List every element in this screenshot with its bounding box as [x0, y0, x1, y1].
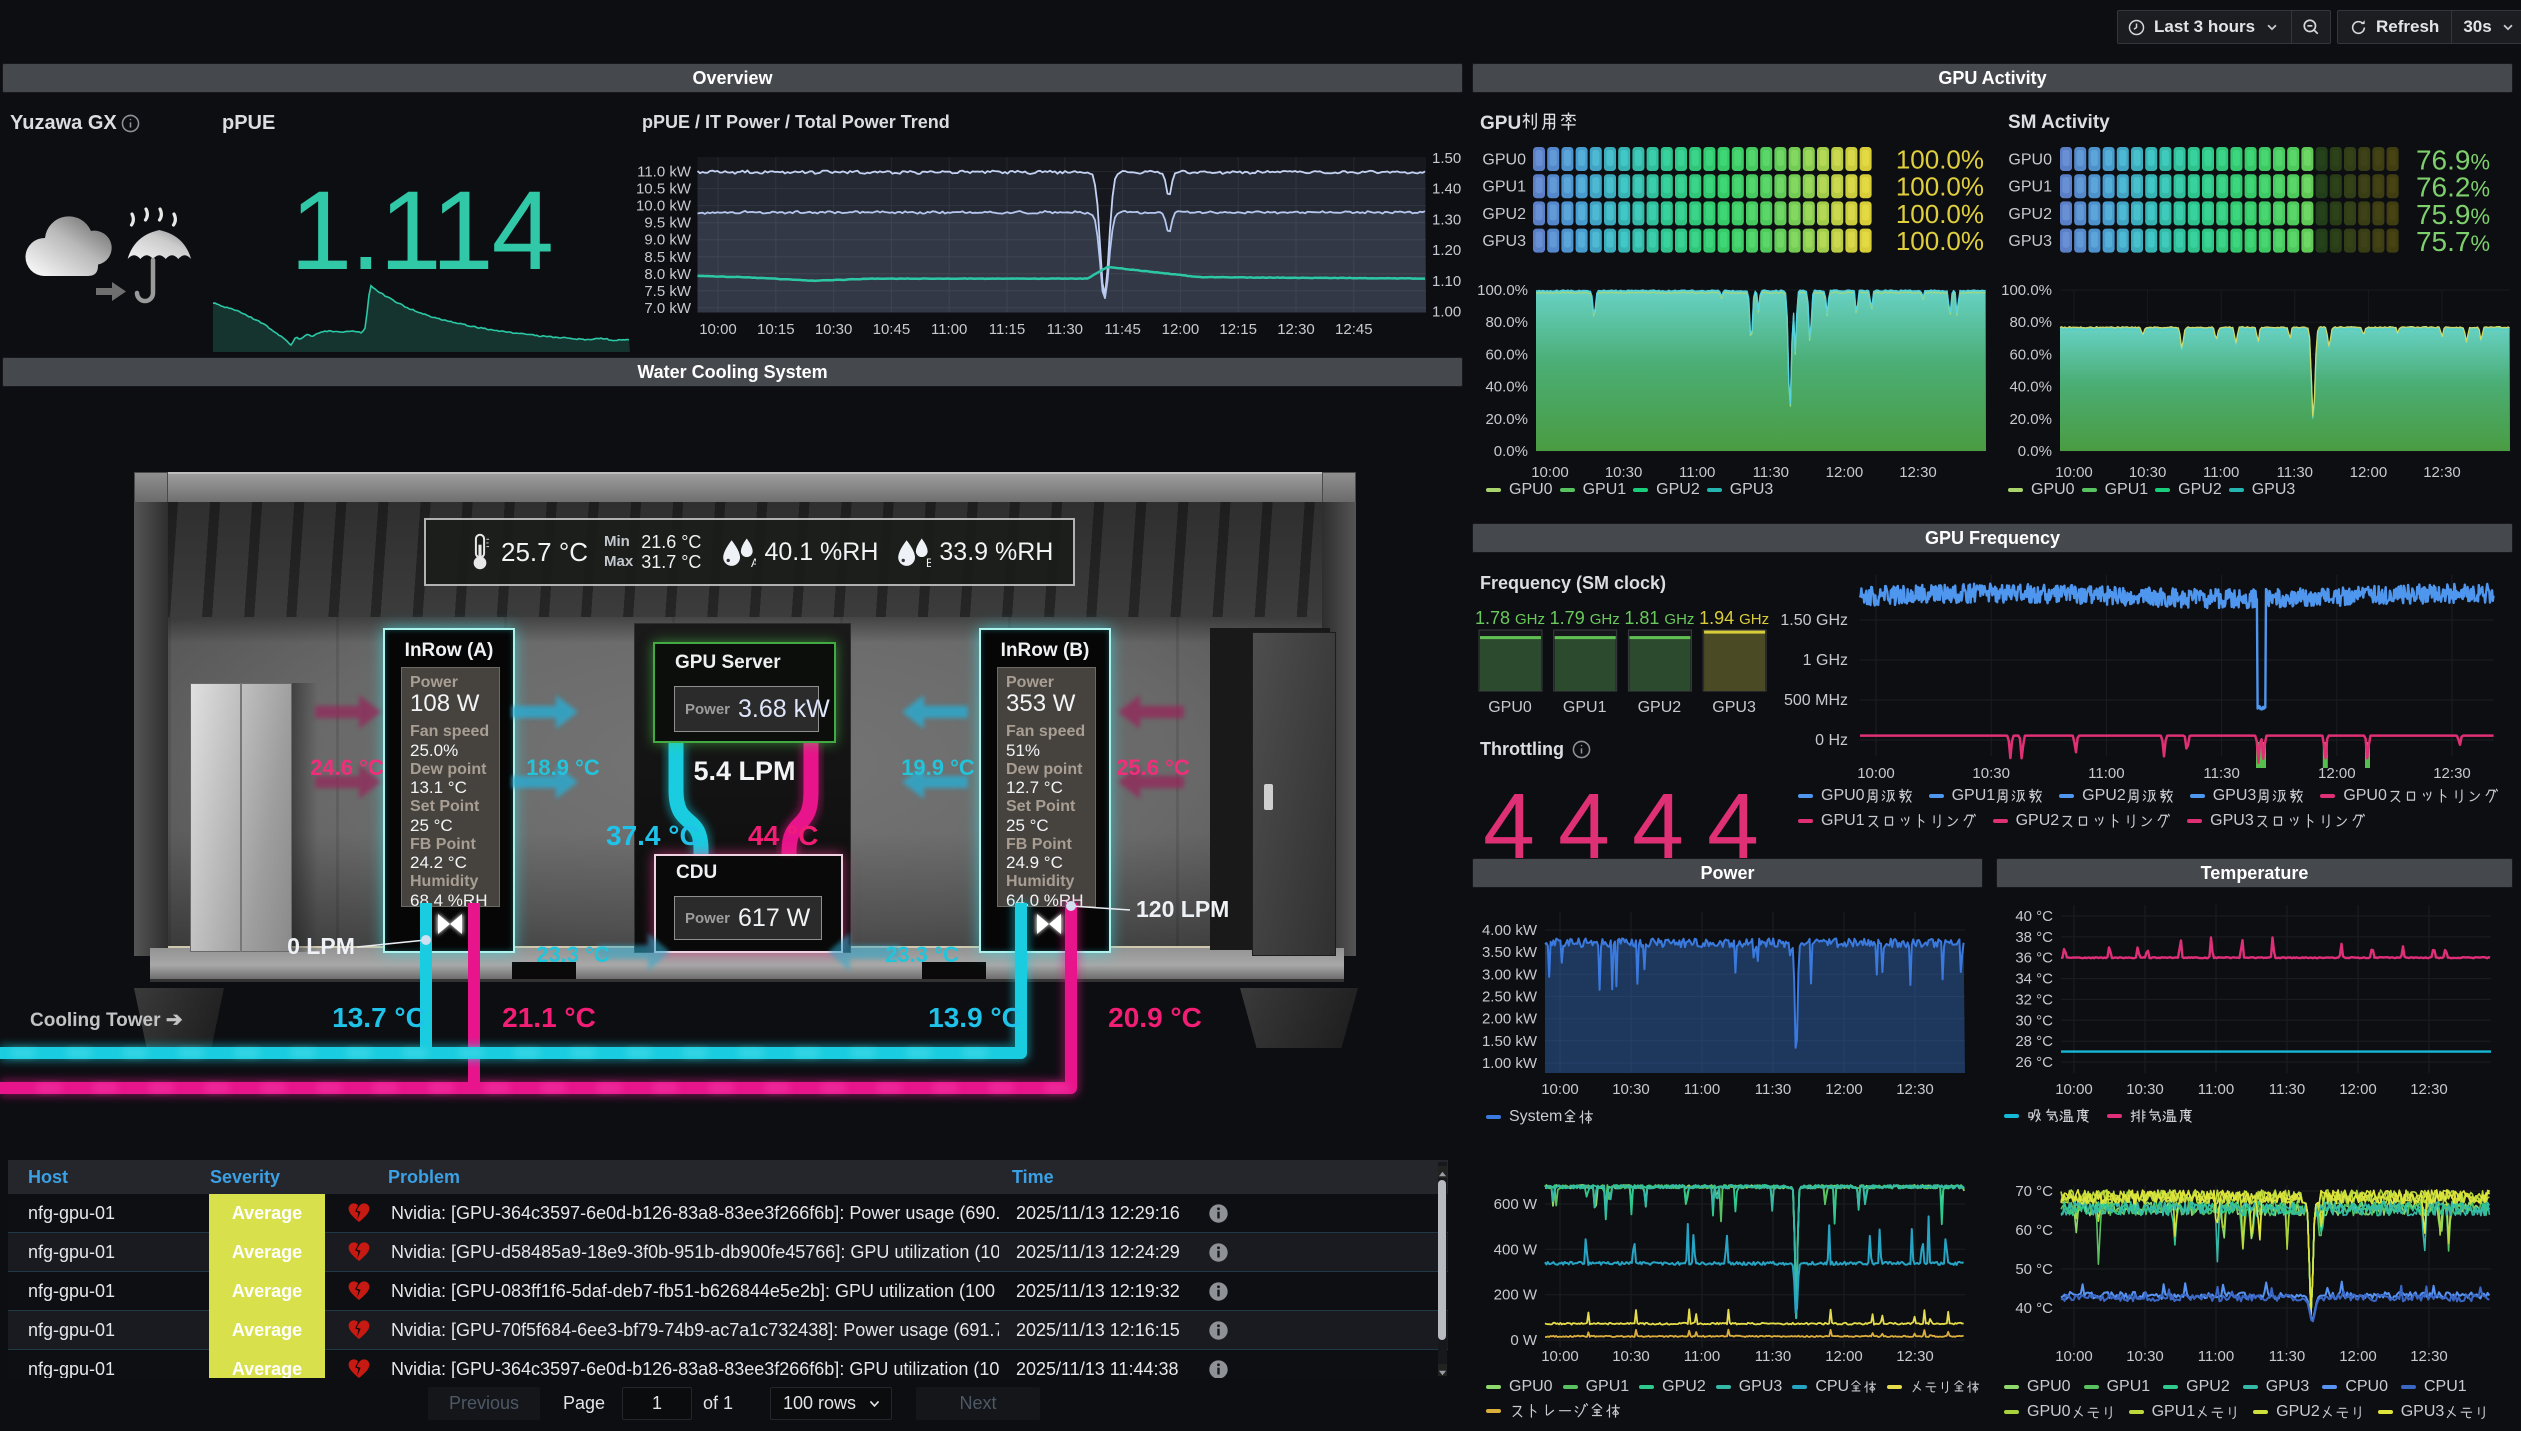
svg-text:60 °C: 60 °C	[2015, 1222, 2053, 1239]
svg-text:10:00: 10:00	[1541, 1348, 1579, 1365]
svg-text:1.50 kW: 1.50 kW	[1482, 1033, 1538, 1050]
svg-text:10:00: 10:00	[2055, 1348, 2093, 1365]
svg-text:11:30: 11:30	[2269, 1348, 2305, 1365]
svg-text:11:30: 11:30	[2269, 1081, 2305, 1098]
svg-text:2.00 kW: 2.00 kW	[1482, 1011, 1538, 1028]
svg-text:11:30: 11:30	[1755, 1348, 1791, 1365]
svg-text:10:30: 10:30	[1612, 1081, 1650, 1098]
svg-text:0 W: 0 W	[1510, 1332, 1538, 1349]
svg-text:50 °C: 50 °C	[2015, 1261, 2053, 1278]
svg-text:12:00: 12:00	[1825, 1081, 1863, 1098]
svg-text:12:30: 12:30	[1896, 1081, 1934, 1098]
svg-text:40 °C: 40 °C	[2015, 908, 2053, 925]
svg-text:3.00 kW: 3.00 kW	[1482, 966, 1538, 983]
svg-text:36 °C: 36 °C	[2015, 950, 2053, 967]
svg-text:12:30: 12:30	[2410, 1081, 2448, 1098]
svg-text:11:00: 11:00	[2198, 1081, 2234, 1098]
svg-text:40 °C: 40 °C	[2015, 1300, 2053, 1317]
svg-text:200 W: 200 W	[1494, 1287, 1538, 1304]
svg-text:11:30: 11:30	[1755, 1081, 1791, 1098]
svg-text:3.50 kW: 3.50 kW	[1482, 944, 1538, 961]
svg-text:10:30: 10:30	[2126, 1348, 2164, 1365]
svg-text:34 °C: 34 °C	[2015, 971, 2053, 988]
svg-text:12:00: 12:00	[1825, 1348, 1863, 1365]
svg-text:70 °C: 70 °C	[2015, 1183, 2053, 1200]
svg-text:10:30: 10:30	[2126, 1081, 2164, 1098]
svg-text:2.50 kW: 2.50 kW	[1482, 989, 1538, 1006]
svg-text:11:00: 11:00	[2198, 1348, 2234, 1365]
svg-text:26 °C: 26 °C	[2015, 1054, 2053, 1071]
svg-text:28 °C: 28 °C	[2015, 1033, 2053, 1050]
svg-text:10:30: 10:30	[1612, 1348, 1650, 1365]
svg-text:38 °C: 38 °C	[2015, 929, 2053, 946]
svg-text:32 °C: 32 °C	[2015, 991, 2053, 1008]
svg-text:12:00: 12:00	[2339, 1348, 2377, 1365]
svg-text:400 W: 400 W	[1494, 1241, 1538, 1258]
svg-text:12:30: 12:30	[1896, 1348, 1934, 1365]
svg-text:11:00: 11:00	[1684, 1081, 1720, 1098]
svg-text:30 °C: 30 °C	[2015, 1012, 2053, 1029]
svg-text:11:00: 11:00	[1684, 1348, 1720, 1365]
svg-text:600 W: 600 W	[1494, 1196, 1538, 1213]
svg-text:12:30: 12:30	[2410, 1348, 2448, 1365]
svg-text:4.00 kW: 4.00 kW	[1482, 922, 1538, 939]
svg-text:1.00 kW: 1.00 kW	[1482, 1055, 1538, 1072]
svg-text:10:00: 10:00	[2055, 1081, 2093, 1098]
svg-text:10:00: 10:00	[1541, 1081, 1579, 1098]
svg-text:12:00: 12:00	[2339, 1081, 2377, 1098]
